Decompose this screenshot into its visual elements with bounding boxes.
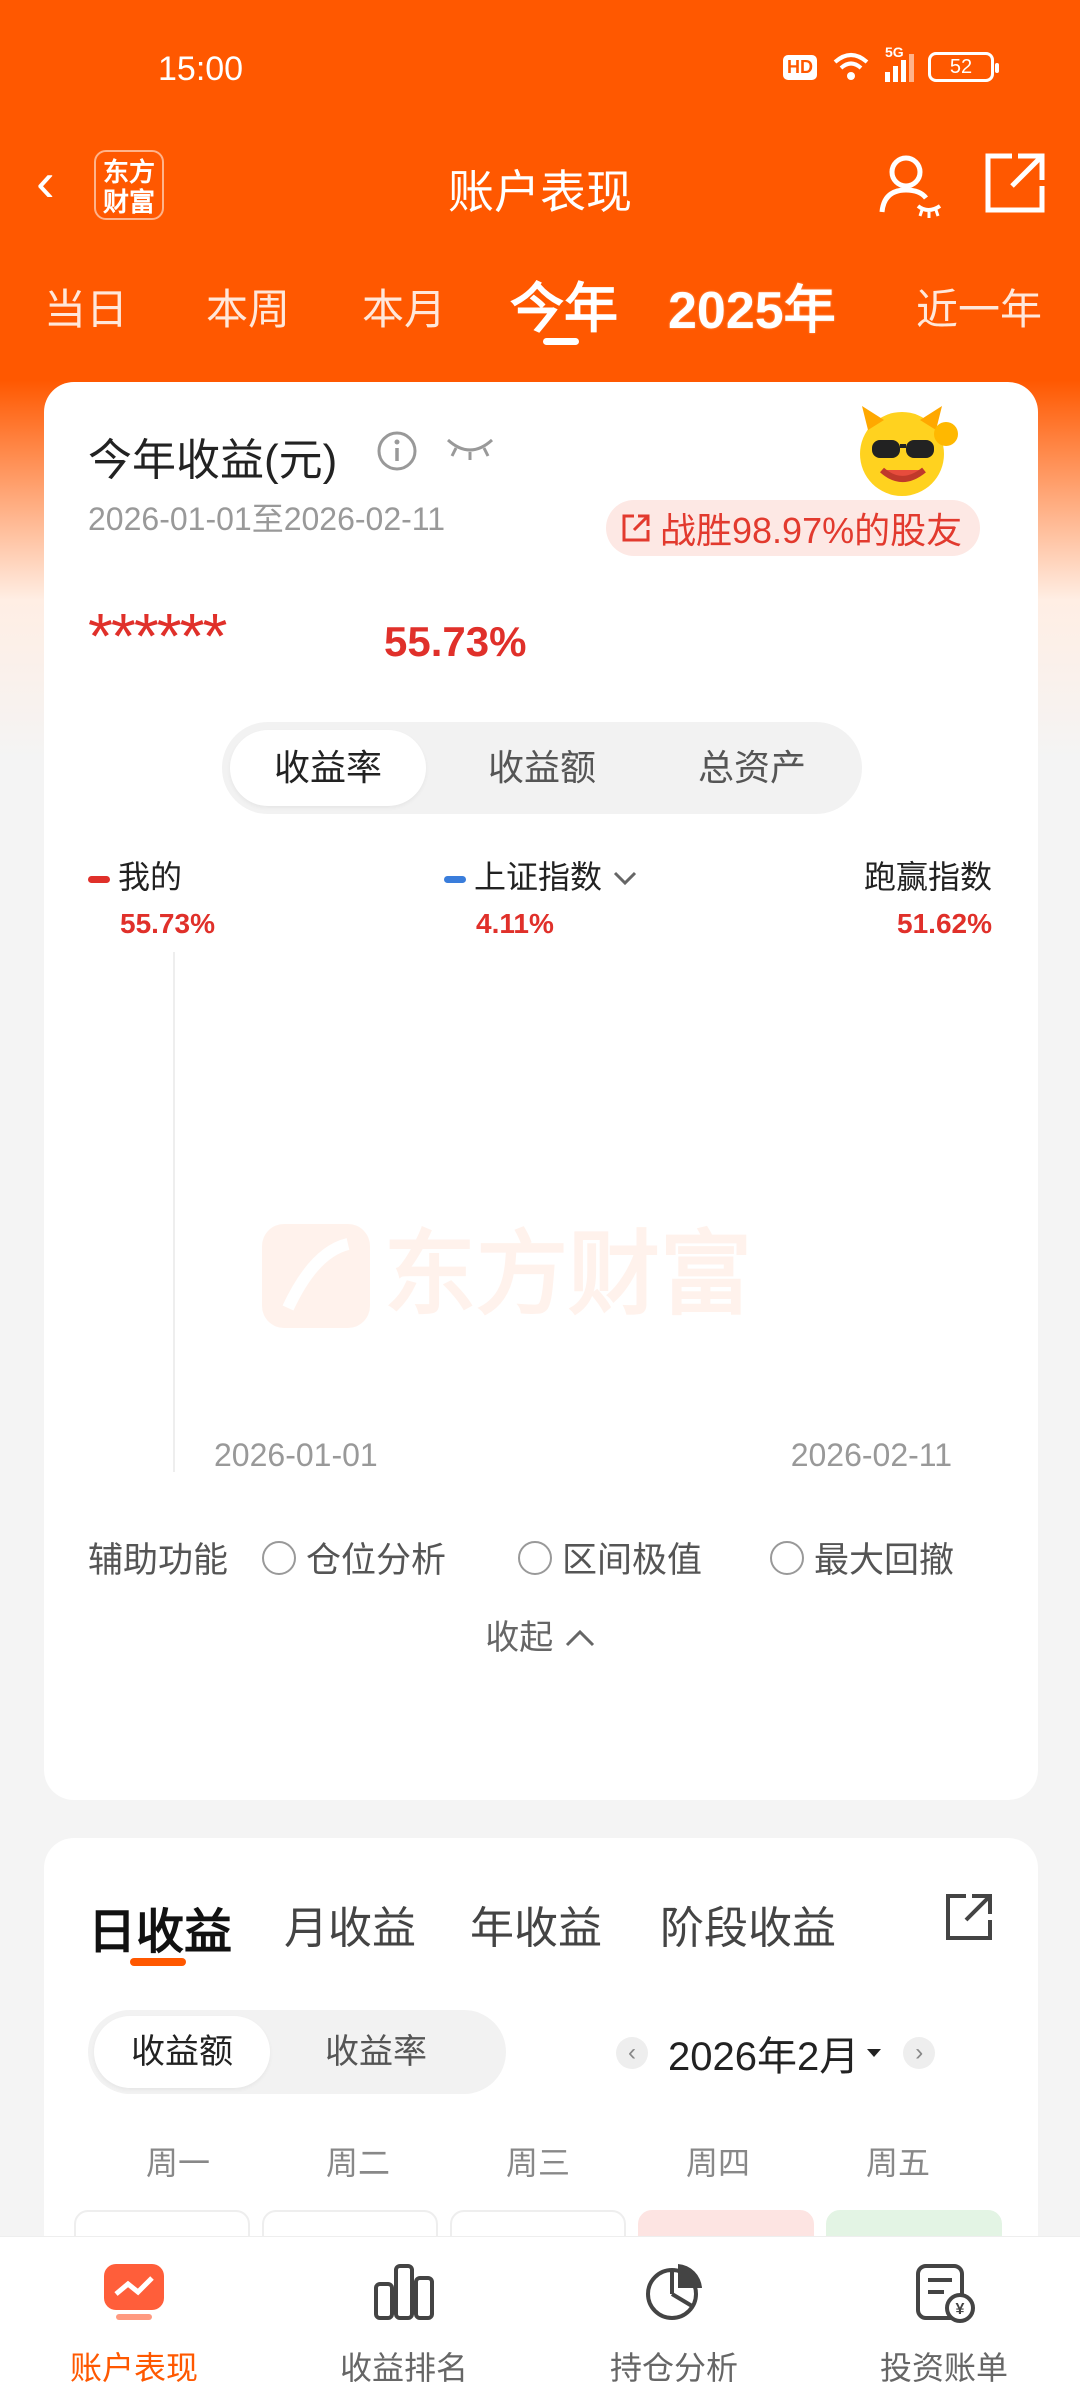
next-month-button[interactable]: › bbox=[903, 2037, 936, 2069]
svg-text:¥: ¥ bbox=[956, 2301, 965, 2318]
info-icon[interactable] bbox=[376, 430, 418, 472]
tab-stage-returns[interactable]: 阶段收益 bbox=[660, 1892, 836, 1956]
legend-index[interactable]: 上证指数 4.11% bbox=[444, 852, 639, 939]
hidden-amount: ****** bbox=[88, 600, 227, 672]
nav-label: 投资账单 bbox=[879, 2350, 1008, 2386]
segment-amount[interactable]: 收益额 bbox=[94, 2016, 270, 2088]
nav-label: 账户表现 bbox=[69, 2350, 198, 2386]
index-dot-icon bbox=[444, 876, 466, 884]
y-tick-label: 0.0% bbox=[84, 952, 157, 953]
value-type-segment: 收益额 收益率 bbox=[88, 2010, 506, 2094]
weekday-mon: 周一 bbox=[145, 2145, 210, 2181]
tab-2025[interactable]: 2025年 bbox=[668, 268, 836, 343]
option-label: 仓位分析 bbox=[306, 1541, 447, 1580]
legend-beat-index: 跑赢指数 51.62% bbox=[863, 852, 992, 939]
nav-investment-bill[interactable]: ¥ 投资账单 bbox=[844, 2257, 1044, 2389]
chevron-down-icon bbox=[613, 871, 636, 886]
radio-icon bbox=[770, 1540, 804, 1575]
pie-chart-icon bbox=[646, 2264, 702, 2320]
tab-this-year[interactable]: 今年 bbox=[510, 264, 618, 343]
radio-icon bbox=[262, 1540, 296, 1575]
return-percent: 55.73% bbox=[384, 618, 527, 665]
mascot-emoji-icon bbox=[860, 406, 958, 496]
nav-label: 收益排名 bbox=[339, 2350, 468, 2386]
card-title: 今年收益(元) bbox=[88, 436, 338, 485]
ranking-bar-icon bbox=[374, 2264, 434, 2320]
nav-label: 持仓分析 bbox=[609, 2350, 738, 2386]
watermark: 东方财富 bbox=[262, 1224, 752, 1328]
share-small-icon bbox=[622, 514, 650, 542]
collapse-label: 收起 bbox=[485, 1619, 554, 1657]
svg-text:东方财富: 东方财富 bbox=[384, 1224, 752, 1326]
beat-peers-badge[interactable]: 战胜98.97%的股友 bbox=[606, 500, 981, 556]
tab-today[interactable]: 当日 bbox=[44, 276, 128, 337]
legend-mine-value: 55.73% bbox=[120, 908, 215, 939]
legend-mine: 我的 55.73% bbox=[88, 852, 215, 939]
user-icon[interactable] bbox=[876, 150, 946, 220]
nav-returns-ranking[interactable]: 收益排名 bbox=[304, 2257, 504, 2389]
share-icon[interactable] bbox=[982, 150, 1048, 216]
option-range-extremes[interactable]: 区间极值 bbox=[518, 1532, 702, 1583]
returns-chart: 60.0%50.0%40.0%30.0%20.0%10.0%0.0% 东方财富 … bbox=[84, 952, 952, 1472]
performance-icon bbox=[104, 2264, 164, 2320]
radio-icon bbox=[518, 1540, 552, 1575]
weekday-wed: 周三 bbox=[505, 2145, 570, 2181]
status-icons: HD 5G 52 bbox=[783, 44, 999, 82]
weekday-fri: 周五 bbox=[865, 2145, 930, 2181]
top-bar: ‹ 东方 财富 账户表现 bbox=[0, 140, 1080, 230]
segment-return-amount[interactable]: 收益额 bbox=[444, 730, 640, 806]
weekday-tue: 周二 bbox=[325, 2145, 390, 2181]
segment-return-rate[interactable]: 收益率 bbox=[230, 730, 426, 806]
tab-daily-returns[interactable]: 日收益 bbox=[88, 1892, 232, 1962]
bill-icon: ¥ bbox=[916, 2264, 975, 2323]
prev-month-button[interactable]: ‹ bbox=[616, 2037, 648, 2069]
period-tabs: 当日 本周 本月 今年 2025年 近一年 bbox=[0, 262, 1080, 352]
segment-total-assets[interactable]: 总资产 bbox=[654, 730, 850, 806]
segment-rate[interactable]: 收益率 bbox=[288, 2016, 464, 2088]
tab-this-month[interactable]: 本月 bbox=[362, 276, 446, 337]
status-bar: 15:00 HD 5G 52 bbox=[0, 44, 1080, 100]
month-picker: ‹ 2026年2月 › bbox=[616, 2024, 936, 2082]
export-icon[interactable] bbox=[944, 1892, 994, 1942]
weekday-thu: 周四 bbox=[685, 2145, 750, 2181]
option-max-drawdown[interactable]: 最大回撤 bbox=[770, 1532, 954, 1583]
status-time: 15:00 bbox=[158, 50, 244, 88]
legend-index-label: 上证指数 bbox=[474, 859, 603, 895]
x-tick-label: 2026-01-01 bbox=[214, 1437, 378, 1472]
option-label: 区间极值 bbox=[562, 1541, 703, 1580]
option-position-analysis[interactable]: 仓位分析 bbox=[262, 1532, 446, 1583]
tab-this-week[interactable]: 本周 bbox=[206, 276, 290, 337]
mine-dot-icon bbox=[88, 876, 110, 884]
nav-holdings-analysis[interactable]: 持仓分析 bbox=[574, 2257, 774, 2389]
caret-down-icon[interactable] bbox=[865, 2047, 883, 2059]
legend-mine-label: 我的 bbox=[118, 859, 183, 895]
network-type: 5G bbox=[885, 44, 904, 60]
legend-beat-value: 51.62% bbox=[897, 908, 992, 939]
collapse-button[interactable]: 收起 bbox=[44, 1610, 1038, 1659]
active-subtab-indicator bbox=[130, 1958, 186, 1966]
eye-hidden-icon[interactable] bbox=[444, 432, 496, 466]
legend-index-value: 4.11% bbox=[476, 908, 554, 939]
chevron-up-icon bbox=[565, 1629, 594, 1647]
date-range: 2026-01-01至2026-02-11 bbox=[88, 501, 446, 537]
nav-account-performance[interactable]: 账户表现 bbox=[34, 2257, 234, 2389]
battery-icon: 52 bbox=[928, 52, 999, 82]
signal-icon: 5G bbox=[885, 44, 914, 82]
wifi-icon bbox=[833, 53, 869, 80]
tab-yearly-returns[interactable]: 年收益 bbox=[470, 1892, 602, 1956]
tab-last-year[interactable]: 近一年 bbox=[916, 276, 1042, 337]
tab-monthly-returns[interactable]: 月收益 bbox=[284, 1892, 416, 1956]
month-label[interactable]: 2026年2月 bbox=[668, 2024, 859, 2082]
active-tab-indicator bbox=[543, 338, 579, 345]
aux-label: 辅助功能 bbox=[88, 1541, 229, 1580]
bottom-nav: 账户表现 收益排名 持仓分析 ¥ 投资账单 bbox=[0, 2236, 1080, 2400]
x-tick-label: 2026-02-11 bbox=[791, 1437, 952, 1472]
metric-segment: 收益率 收益额 总资产 bbox=[222, 722, 862, 814]
option-label: 最大回撤 bbox=[814, 1541, 955, 1580]
legend-beat-label: 跑赢指数 bbox=[863, 859, 992, 895]
returns-card: 今年收益(元) 2026-01-01至2026-02-11 战胜98.97%的股… bbox=[44, 382, 1038, 1800]
hd-icon: HD bbox=[783, 54, 817, 80]
beat-peers-text: 战胜98.97%的股友 bbox=[660, 510, 963, 551]
